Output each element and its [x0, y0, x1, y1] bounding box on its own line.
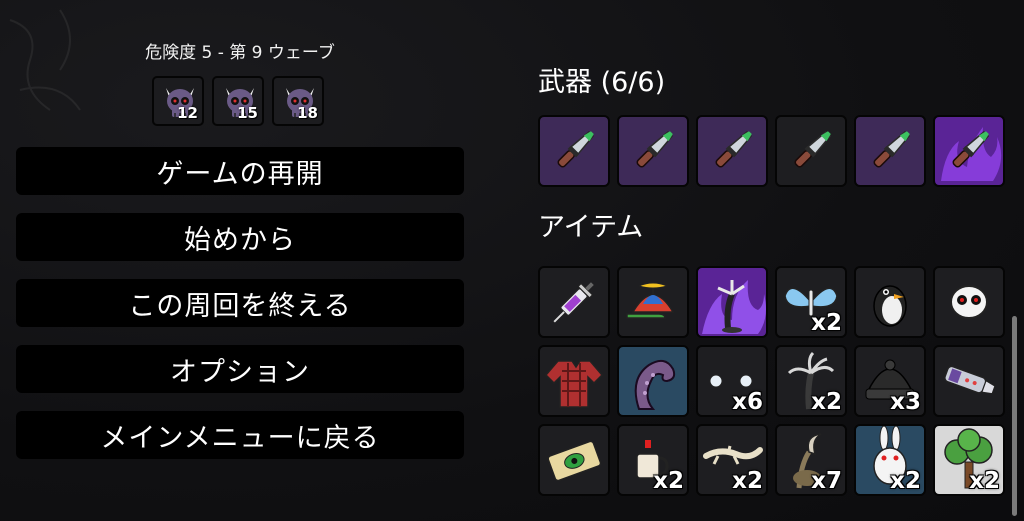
- item-slot[interactable]: x2: [617, 424, 689, 496]
- syringe-icon: [553, 282, 594, 323]
- weapon-slot[interactable]: [538, 115, 610, 187]
- options-button[interactable]: オプション: [16, 345, 464, 393]
- knife-icon: [715, 130, 753, 168]
- danger-wave-label: 危険度 5 - 第 9 ウェーブ: [145, 43, 335, 63]
- item-quantity: x7: [811, 468, 842, 494]
- skull-badge[interactable]: 12: [152, 76, 204, 126]
- item-slot[interactable]: x2: [696, 424, 768, 496]
- item-slot[interactable]: [933, 345, 1005, 417]
- weapon-slot[interactable]: [933, 115, 1005, 187]
- item-quantity: x2: [811, 389, 842, 415]
- item-quantity: x2: [811, 310, 842, 336]
- gauntlet-icon: [944, 365, 996, 395]
- pause-screen: 危険度 5 - 第 9 ウェーブ 12 15 18 ゲームの再開 始めから この…: [0, 0, 1024, 521]
- item-quantity: x2: [890, 468, 921, 494]
- plaid-shirt-icon: [544, 360, 604, 408]
- item-quantity: x6: [732, 389, 763, 415]
- end-run-button[interactable]: この周回を終える: [16, 279, 464, 327]
- penguin-icon: [873, 285, 907, 327]
- skull-badge[interactable]: 15: [212, 76, 264, 126]
- weapon-slot[interactable]: [617, 115, 689, 187]
- knife-icon: [636, 130, 674, 168]
- skull-badge[interactable]: 18: [272, 76, 324, 126]
- tentacle-icon: [634, 359, 676, 410]
- items-title: アイテム: [538, 212, 644, 243]
- item-slot[interactable]: x2: [933, 424, 1005, 496]
- skull-count: 12: [177, 104, 198, 122]
- item-slot[interactable]: [538, 424, 610, 496]
- item-slot[interactable]: [617, 266, 689, 338]
- item-quantity: x2: [732, 468, 763, 494]
- weapon-slot[interactable]: [696, 115, 768, 187]
- item-slot[interactable]: [854, 266, 926, 338]
- knife-icon: [873, 130, 911, 168]
- item-slot[interactable]: x2: [775, 266, 847, 338]
- ghost-mask-icon: [950, 285, 988, 319]
- danger-skull-list: 12 15 18: [152, 76, 324, 126]
- item-quantity: x2: [969, 468, 1000, 494]
- knife-icon: [557, 130, 595, 168]
- main-menu-button[interactable]: メインメニューに戻る: [16, 411, 464, 459]
- weapons-title: 武器 (6/6): [538, 67, 666, 98]
- item-slot[interactable]: [538, 345, 610, 417]
- item-quantity: x3: [890, 389, 921, 415]
- weapon-slot[interactable]: [775, 115, 847, 187]
- knife-icon: [794, 130, 832, 168]
- pause-menu: ゲームの再開 始めから この周回を終える オプション メインメニューに戻る: [16, 147, 464, 477]
- item-slot[interactable]: [933, 266, 1005, 338]
- restart-button[interactable]: 始めから: [16, 213, 464, 261]
- item-quantity: x2: [653, 468, 684, 494]
- item-slot[interactable]: [696, 266, 768, 338]
- propeller-hat-icon: [626, 282, 675, 319]
- item-slot[interactable]: x2: [854, 424, 926, 496]
- item-slot[interactable]: [617, 345, 689, 417]
- item-slot[interactable]: x3: [854, 345, 926, 417]
- item-slot[interactable]: [538, 266, 610, 338]
- item-slot[interactable]: x2: [775, 345, 847, 417]
- item-slots: x2 x6 x2 x3 x2 x2 x7 x2 x2: [538, 266, 1005, 496]
- knife-icon: [941, 127, 1002, 181]
- items-scrollbar[interactable]: [1012, 316, 1017, 516]
- resume-button[interactable]: ゲームの再開: [16, 147, 464, 195]
- treasure-map-icon: [547, 440, 602, 482]
- skull-count: 18: [297, 104, 318, 122]
- item-slot[interactable]: x6: [696, 345, 768, 417]
- weapon-slot[interactable]: [854, 115, 926, 187]
- dark-tree-icon: [702, 280, 766, 334]
- skull-count: 15: [237, 104, 258, 122]
- item-slot[interactable]: x7: [775, 424, 847, 496]
- weapon-slots: [538, 115, 1005, 187]
